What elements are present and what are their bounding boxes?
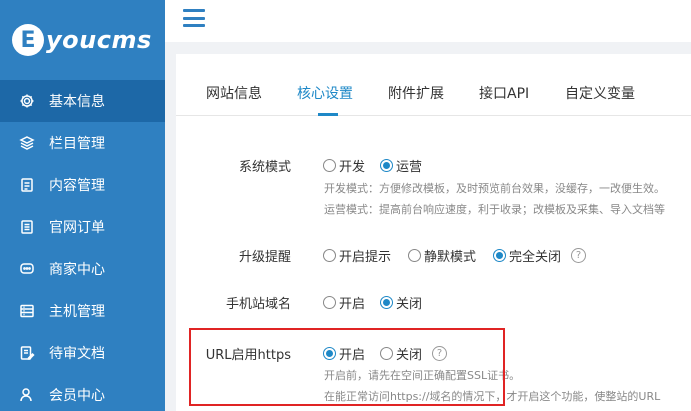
mobile-domain-label: 手机站域名 (225, 297, 291, 312)
radio-upgrade-off[interactable]: 完全关闭 ? (493, 246, 587, 265)
radio-mobile-domain-on[interactable]: 开启 (323, 293, 365, 312)
sidebar-nav: 基本信息 栏目管理 内容管理 官网订单 商家中心 主机管理 待审文档 会员中心 (0, 80, 165, 411)
list-icon (19, 219, 35, 235)
sidebar-item-content[interactable]: 内容管理 (0, 164, 165, 206)
radio-upgrade-silent[interactable]: 静默模式 (408, 246, 476, 265)
radio-https-on[interactable]: 开启 (323, 344, 365, 363)
tab-site-info[interactable]: 网站信息 (206, 83, 262, 103)
sidebar-item-label: 内容管理 (49, 178, 105, 194)
settings-panel: 网站信息 核心设置 附件扩展 接口API 自定义变量 系统模式 开发 运营 开发… (176, 54, 691, 411)
system-mode-hint-ops: 运营模式：提高前台响应速度，利于收录；改模板及采集、导入文档等 (324, 203, 665, 216)
radio-icon (380, 347, 393, 360)
document-icon (19, 177, 35, 193)
server-icon (19, 303, 35, 319)
tab-api[interactable]: 接口API (479, 83, 529, 103)
sidebar-item-label: 官网订单 (49, 220, 105, 236)
menu-toggle-icon[interactable] (183, 9, 205, 27)
active-tab-indicator (318, 113, 338, 116)
sidebar-item-label: 基本信息 (49, 94, 105, 110)
layers-icon (19, 135, 35, 151)
user-icon (19, 387, 35, 403)
radio-checked-icon (493, 249, 506, 262)
radio-icon (323, 296, 336, 309)
radio-icon (323, 249, 336, 262)
sidebar: E youcms 基本信息 栏目管理 内容管理 官网订单 商家中心 主机管理 待… (0, 0, 165, 411)
radio-checked-icon (323, 347, 336, 360)
sidebar-item-hosts[interactable]: 主机管理 (0, 290, 165, 332)
help-icon[interactable]: ? (432, 346, 448, 361)
system-mode-label: 系统模式 (238, 160, 291, 175)
radio-upgrade-prompt[interactable]: 开启提示 (323, 246, 391, 265)
logo-mark: E (12, 24, 44, 56)
system-mode-hint-dev: 开发模式：方便修改模板，及时预览前台效果，没缓存，一改便生效。 (324, 182, 665, 195)
help-icon[interactable]: ? (571, 248, 587, 263)
tab-bar: 网站信息 核心设置 附件扩展 接口API 自定义变量 (176, 54, 691, 116)
sidebar-item-label: 栏目管理 (49, 136, 105, 152)
sidebar-item-label: 商家中心 (49, 262, 105, 278)
sidebar-item-pending[interactable]: 待审文档 (0, 332, 165, 374)
https-hint-ssl: 开启前，请先在空间正确配置SSL证书。 (324, 369, 521, 382)
radio-mobile-domain-off[interactable]: 关闭 (380, 293, 422, 312)
upgrade-label: 升级提醒 (238, 250, 291, 265)
edit-icon (19, 345, 35, 361)
radio-icon (408, 249, 421, 262)
radio-checked-icon (380, 296, 393, 309)
radio-system-mode-ops[interactable]: 运营 (380, 156, 422, 175)
https-label: URL启用https (205, 348, 291, 363)
logo[interactable]: E youcms (0, 0, 165, 80)
sidebar-item-basic-info[interactable]: 基本信息 (0, 80, 165, 122)
gear-icon (19, 93, 35, 109)
top-bar (165, 0, 691, 42)
tab-custom-vars[interactable]: 自定义变量 (565, 83, 635, 103)
logo-text: youcms (46, 26, 152, 54)
https-hint-url: 在能正常访问https://域名的情况下，才开启这个功能，使整站的URL (324, 390, 661, 403)
radio-https-off[interactable]: 关闭 ? (380, 344, 448, 363)
radio-system-mode-dev[interactable]: 开发 (323, 156, 365, 175)
sidebar-item-orders[interactable]: 官网订单 (0, 206, 165, 248)
sidebar-item-merchant[interactable]: 商家中心 (0, 248, 165, 290)
tab-attachments[interactable]: 附件扩展 (388, 83, 444, 103)
sidebar-item-label: 主机管理 (49, 304, 105, 320)
sidebar-item-members[interactable]: 会员中心 (0, 374, 165, 411)
chat-icon (19, 261, 35, 277)
sidebar-item-label: 会员中心 (49, 388, 105, 404)
sidebar-item-columns[interactable]: 栏目管理 (0, 122, 165, 164)
radio-icon (323, 159, 336, 172)
sidebar-item-label: 待审文档 (49, 346, 105, 362)
tab-core-settings[interactable]: 核心设置 (297, 83, 353, 103)
radio-checked-icon (380, 159, 393, 172)
